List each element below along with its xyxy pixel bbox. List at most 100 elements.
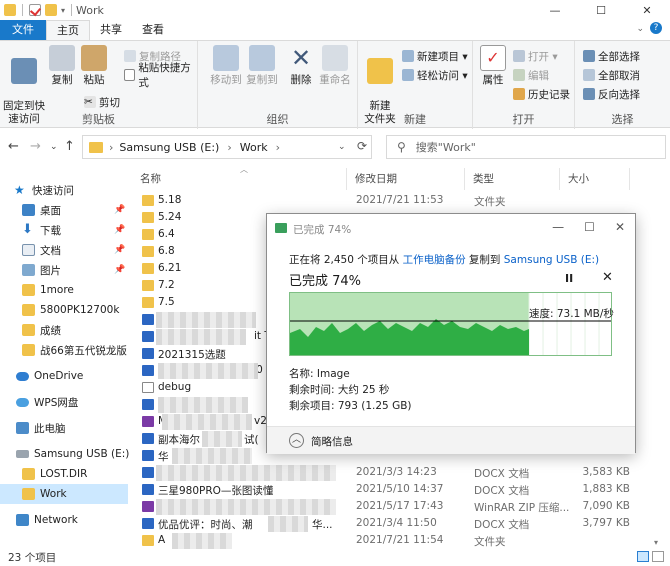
nav-label: Samsung USB (E:) [34,448,130,460]
nav-folder-zhan66[interactable]: 战66第五代锐龙版 [22,340,127,360]
chevron-down-icon[interactable]: ▾ [61,6,65,15]
open-icon [513,50,525,62]
nav-wps[interactable]: WPS网盘 [16,392,78,412]
properties-button[interactable]: ✓ 属性 [479,45,507,87]
nav-desktop[interactable]: 桌面 [22,200,61,220]
forward-arrow-icon[interactable]: → [30,139,41,154]
breadcrumb-chevron-icon[interactable]: › [109,141,113,154]
document-icon [142,314,154,325]
nav-downloads[interactable]: ⬇ 下载 [22,220,61,240]
file-name: 7.5 [158,296,175,308]
tab-home[interactable]: 主页 [46,20,90,40]
copy-description-mid: 复制到 [465,254,504,266]
redacted-text-mosaic [162,414,252,430]
edit-button[interactable]: 编辑 [513,68,549,82]
recent-chevron-icon[interactable]: ⌄ [50,142,58,152]
select-none-button[interactable]: 全部取消 [583,68,640,82]
nav-label: 1more [40,284,74,296]
pin-icon: 📌 [114,245,126,255]
fewer-details-button[interactable]: 简略信息 [311,434,353,449]
new-folder-icon[interactable] [45,4,57,16]
nav-documents[interactable]: 文档 [22,240,61,260]
back-arrow-icon[interactable]: ← [8,139,19,154]
nav-work[interactable]: Work [0,484,128,504]
file-type: 文件夹 [474,196,506,208]
tab-share[interactable]: 共享 [90,20,132,40]
dialog-close-button[interactable]: ✕ [615,220,625,234]
easy-access-label: 轻松访问 ▾ [417,69,468,82]
nav-usb-drive[interactable]: Samsung USB (E:) [16,444,129,464]
nav-onedrive[interactable]: OneDrive [16,366,83,386]
refresh-icon[interactable]: ⟳ [357,139,367,153]
copy-button[interactable]: 复制 [48,45,76,87]
search-input[interactable]: ⚲ 搜索"Work" [386,135,666,159]
file-name: 三星980PRO—张图读懂 [158,485,274,497]
breadcrumb-work[interactable]: Work [240,141,268,154]
address-bar[interactable]: › Samsung USB (E:) › Work › [82,135,372,159]
dialog-minimize-button[interactable]: — [552,220,564,234]
invert-selection-button[interactable]: 反向选择 [583,87,640,101]
nav-network[interactable]: Network [16,510,78,530]
select-none-icon [583,69,595,81]
download-arrow-icon: ⬇ [22,222,33,237]
tab-view[interactable]: 查看 [132,20,174,40]
breadcrumb-chevron-icon[interactable]: › [276,141,280,154]
address-dropdown-icon[interactable]: ⌄ [338,142,346,152]
minimize-button[interactable]: — [532,0,578,20]
scroll-down-arrow-icon[interactable]: ▾ [654,538,658,547]
large-icons-view-icon[interactable] [652,551,664,562]
nav-this-pc[interactable]: 此电脑 [16,418,66,438]
file-size: 1,883 KB [582,483,631,495]
tab-file[interactable]: 文件 [0,20,46,40]
column-header-date[interactable]: 修改日期 [347,168,465,190]
source-link[interactable]: 工作电脑备份 [403,254,466,266]
up-arrow-icon[interactable]: ↑ [64,139,75,154]
nav-folder-scores[interactable]: 成绩 [22,320,61,340]
details-view-icon[interactable] [637,551,649,562]
chevron-up-icon[interactable]: ︿ [289,433,304,448]
help-icon[interactable]: ? [650,22,662,34]
file-date: 2021/7/21 11:53 [356,194,444,206]
navigation-pane: ★ 快速访问 桌面 📌 ⬇ 下载 📌 文档 📌 图片 📌 1more 5800P… [0,172,130,547]
column-header-size[interactable]: 大小 [560,168,630,190]
destination-link[interactable]: Samsung USB (E:) [504,254,599,266]
maximize-button[interactable]: ☐ [578,0,624,20]
document-icon [142,450,154,461]
select-all-button[interactable]: 全部选择 [583,49,640,63]
pin-icon: 📌 [114,205,126,215]
history-button[interactable]: 历史记录 [513,87,570,101]
file-name: debug [158,381,192,393]
edit-icon [513,69,525,81]
open-button[interactable]: 打开 ▾ [513,49,558,63]
nav-quick-access[interactable]: ★ 快速访问 [14,180,74,200]
breadcrumb-usb[interactable]: Samsung USB (E:) [119,141,219,154]
nav-folder-1more[interactable]: 1more [22,280,74,300]
rename-button[interactable]: 重命名 [318,45,352,87]
paste-button[interactable]: 粘贴 [80,45,108,87]
nav-lost-dir[interactable]: LOST.DIR [22,464,87,484]
cut-button[interactable]: ✂ 剪切 [84,95,120,109]
address-row: ← → ⌄ ↑ › Samsung USB (E:) › Work › ⌄ ⟳ … [0,133,670,161]
ribbon-collapse-icon[interactable]: ⌄ [636,24,644,34]
file-size: 3,797 KB [582,517,631,529]
nav-folder-5800[interactable]: 5800PK12700k [22,300,119,320]
dialog-maximize-button[interactable]: ☐ [584,220,595,234]
redacted-text-mosaic [158,363,258,379]
open-group: ✓ 属性 打开 ▾ 编辑 历史记录 打开 [473,41,575,129]
nav-pictures[interactable]: 图片 [22,260,61,280]
new-item-button[interactable]: 新建项目 ▾ [402,49,468,63]
paste-shortcut-button[interactable]: 粘贴快捷方式 [124,62,197,89]
file-name: 6.4 [158,228,175,240]
pause-button[interactable]: II [565,272,573,285]
properties-check-icon[interactable] [29,4,41,16]
breadcrumb-chevron-icon[interactable]: › [227,141,231,154]
organize-group-label: 组织 [266,113,289,126]
move-to-button[interactable]: 移动到 [208,45,244,87]
easy-access-button[interactable]: 轻松访问 ▾ [402,68,468,82]
cancel-copy-button[interactable]: ✕ [602,270,613,285]
delete-button[interactable]: ✕ 删除 [288,45,314,87]
column-header-name[interactable]: 名称 [132,168,347,190]
column-header-type[interactable]: 类型 [465,168,560,190]
copy-to-button[interactable]: 复制到 [244,45,280,87]
close-button[interactable]: ✕ [624,0,670,20]
